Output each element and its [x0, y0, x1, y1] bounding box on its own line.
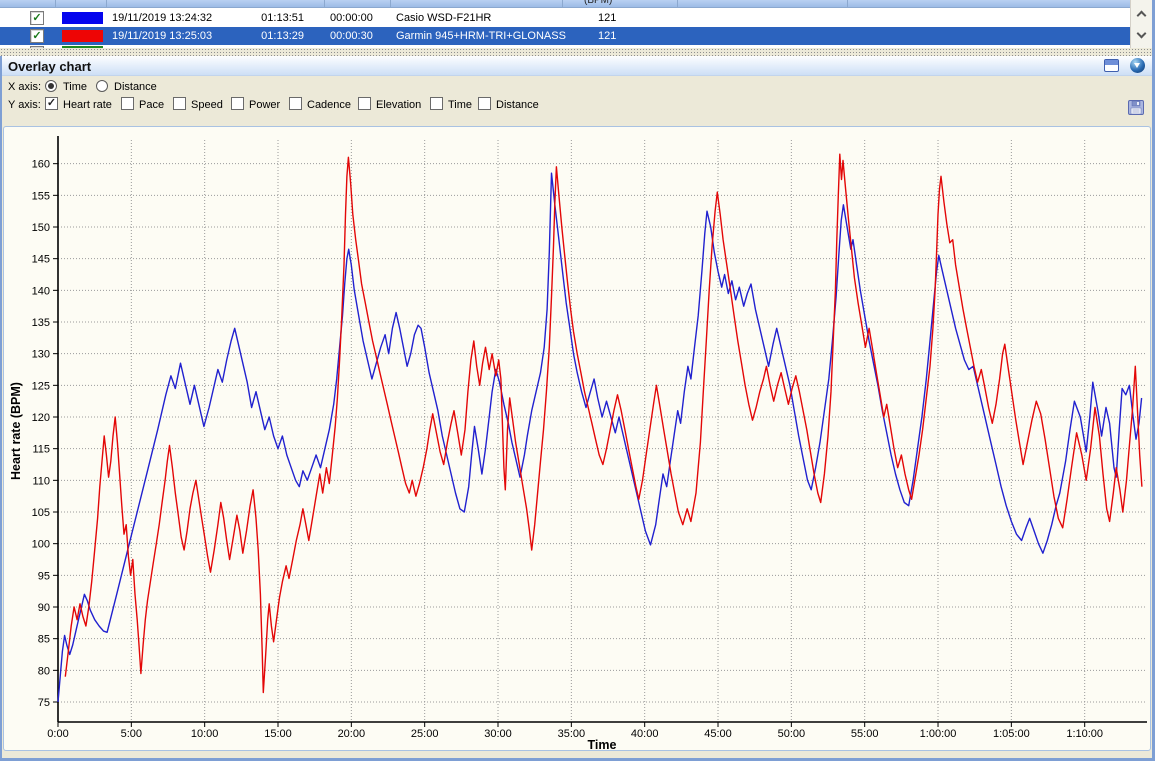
column-separator [847, 0, 848, 8]
svg-text:105: 105 [32, 507, 50, 519]
offset-cell: 00:00:00 [330, 12, 373, 24]
column-separator [562, 0, 563, 8]
checkbox-heart-rate-label[interactable]: Heart rate [63, 99, 112, 111]
start-time-cell: 19/11/2019 13:25:03 [112, 30, 212, 42]
svg-text:110: 110 [32, 475, 50, 487]
checkbox-heart-rate[interactable]: ✓ [45, 97, 58, 110]
checkbox-distance-label[interactable]: Distance [496, 99, 539, 111]
activity-table: (BPM) ✓ 19/11/2019 13:24:32 01:13:51 00:… [0, 0, 1155, 48]
avg-hr-column-header: (BPM) [584, 0, 612, 6]
svg-text:15:00: 15:00 [264, 728, 292, 740]
svg-text:95: 95 [38, 570, 50, 582]
device-cell: Casio WSD-F21HR [396, 12, 491, 24]
svg-text:145: 145 [32, 254, 50, 266]
device-cell: Garmin 945+HRM-TRI+GLONASS [396, 30, 566, 42]
radio-x-time-label[interactable]: Time [63, 81, 87, 93]
overlay-chart-titlebar: Overlay chart [0, 56, 1155, 76]
svg-text:120: 120 [32, 412, 50, 424]
svg-text:85: 85 [38, 634, 50, 646]
svg-text:40:00: 40:00 [631, 728, 659, 740]
scroll-down-icon[interactable] [1134, 28, 1150, 44]
column-separator [677, 0, 678, 8]
svg-text:1:00:00: 1:00:00 [920, 728, 957, 740]
svg-text:155: 155 [32, 190, 50, 202]
svg-text:10:00: 10:00 [191, 728, 219, 740]
table-row[interactable]: ✓ 19/11/2019 13:24:32 01:13:51 00:00:00 … [0, 9, 1130, 27]
series-color-swatch [62, 30, 103, 42]
svg-text:125: 125 [32, 380, 50, 392]
column-separator [390, 0, 391, 8]
svg-text:90: 90 [38, 602, 50, 614]
checkbox-pace-label[interactable]: Pace [139, 99, 164, 111]
svg-text:160: 160 [32, 159, 50, 171]
duration-cell: 01:13:51 [240, 12, 304, 24]
svg-text:35:00: 35:00 [558, 728, 586, 740]
svg-text:Time: Time [588, 738, 617, 752]
start-time-cell: 19/11/2019 13:24:32 [112, 12, 212, 24]
avg-hr-cell: 121 [598, 12, 616, 24]
svg-text:150: 150 [32, 222, 50, 234]
table-header: (BPM) [0, 0, 1130, 8]
duration-cell: 01:13:29 [240, 30, 304, 42]
svg-text:55:00: 55:00 [851, 728, 879, 740]
svg-text:25:00: 25:00 [411, 728, 439, 740]
svg-text:50:00: 50:00 [778, 728, 806, 740]
svg-text:Heart rate (BPM): Heart rate (BPM) [9, 382, 23, 480]
checkbox-speed-label[interactable]: Speed [191, 99, 223, 111]
svg-text:45:00: 45:00 [704, 728, 732, 740]
avg-hr-cell: 121 [598, 30, 616, 42]
radio-x-distance[interactable] [96, 80, 108, 92]
svg-text:115: 115 [32, 444, 50, 456]
scroll-up-icon[interactable] [1134, 6, 1150, 22]
panel-title: Overlay chart [8, 59, 91, 74]
window-border-left [0, 56, 2, 761]
svg-text:20:00: 20:00 [338, 728, 366, 740]
chart-axis-labels: 75 80 85 90 95 100 105 110 115 120 125 130 135 140 145… [9, 159, 1103, 752]
panel-splitter[interactable] [0, 48, 1155, 56]
offset-cell: 00:00:30 [330, 30, 373, 42]
svg-text:0:00: 0:00 [47, 728, 68, 740]
x-axis-label: X axis: [8, 81, 41, 93]
radio-x-time[interactable] [45, 80, 57, 92]
chart-gridlines [58, 140, 1147, 722]
series-color-swatch [62, 12, 103, 24]
checkbox-time[interactable] [430, 97, 443, 110]
checkbox-power[interactable] [231, 97, 244, 110]
chart-series [58, 154, 1142, 702]
row-checkbox[interactable]: ✓ [30, 29, 44, 43]
checkbox-distance[interactable] [478, 97, 491, 110]
checkbox-pace[interactable] [121, 97, 134, 110]
collapse-panel-button[interactable] [1130, 58, 1145, 73]
checkbox-power-label[interactable]: Power [249, 99, 280, 111]
heart-rate-chart: 75 80 85 90 95 100 105 110 115 120 125 130 135 140 145… [0, 128, 1155, 761]
checkbox-elevation[interactable] [358, 97, 371, 110]
svg-text:30:00: 30:00 [484, 728, 512, 740]
radio-x-distance-label[interactable]: Distance [114, 81, 157, 93]
column-separator [55, 0, 56, 8]
svg-text:140: 140 [32, 285, 50, 297]
checkbox-elevation-label[interactable]: Elevation [376, 99, 421, 111]
svg-text:75: 75 [38, 697, 50, 709]
checkbox-time-label[interactable]: Time [448, 99, 472, 111]
checkbox-cadence[interactable] [289, 97, 302, 110]
column-separator [324, 0, 325, 8]
y-axis-label: Y axis: [8, 99, 41, 111]
svg-text:135: 135 [32, 317, 50, 329]
row-checkbox[interactable]: ✓ [30, 11, 44, 25]
svg-text:130: 130 [32, 349, 50, 361]
svg-text:5:00: 5:00 [121, 728, 142, 740]
svg-text:100: 100 [32, 539, 50, 551]
chevron-down-icon [1134, 63, 1140, 68]
svg-text:1:05:00: 1:05:00 [993, 728, 1030, 740]
save-chart-button[interactable] [1128, 100, 1144, 115]
table-scrollbar[interactable] [1130, 0, 1152, 48]
table-row-selected[interactable]: ✓ 19/11/2019 13:25:03 01:13:29 00:00:30 … [0, 27, 1130, 45]
column-separator [106, 0, 107, 8]
svg-text:1:10:00: 1:10:00 [1066, 728, 1103, 740]
checkbox-speed[interactable] [173, 97, 186, 110]
checkbox-cadence-label[interactable]: Cadence [307, 99, 351, 111]
app-window: (BPM) ✓ 19/11/2019 13:24:32 01:13:51 00:… [0, 0, 1155, 761]
window-restore-icon[interactable] [1104, 59, 1119, 72]
svg-text:80: 80 [38, 665, 50, 677]
